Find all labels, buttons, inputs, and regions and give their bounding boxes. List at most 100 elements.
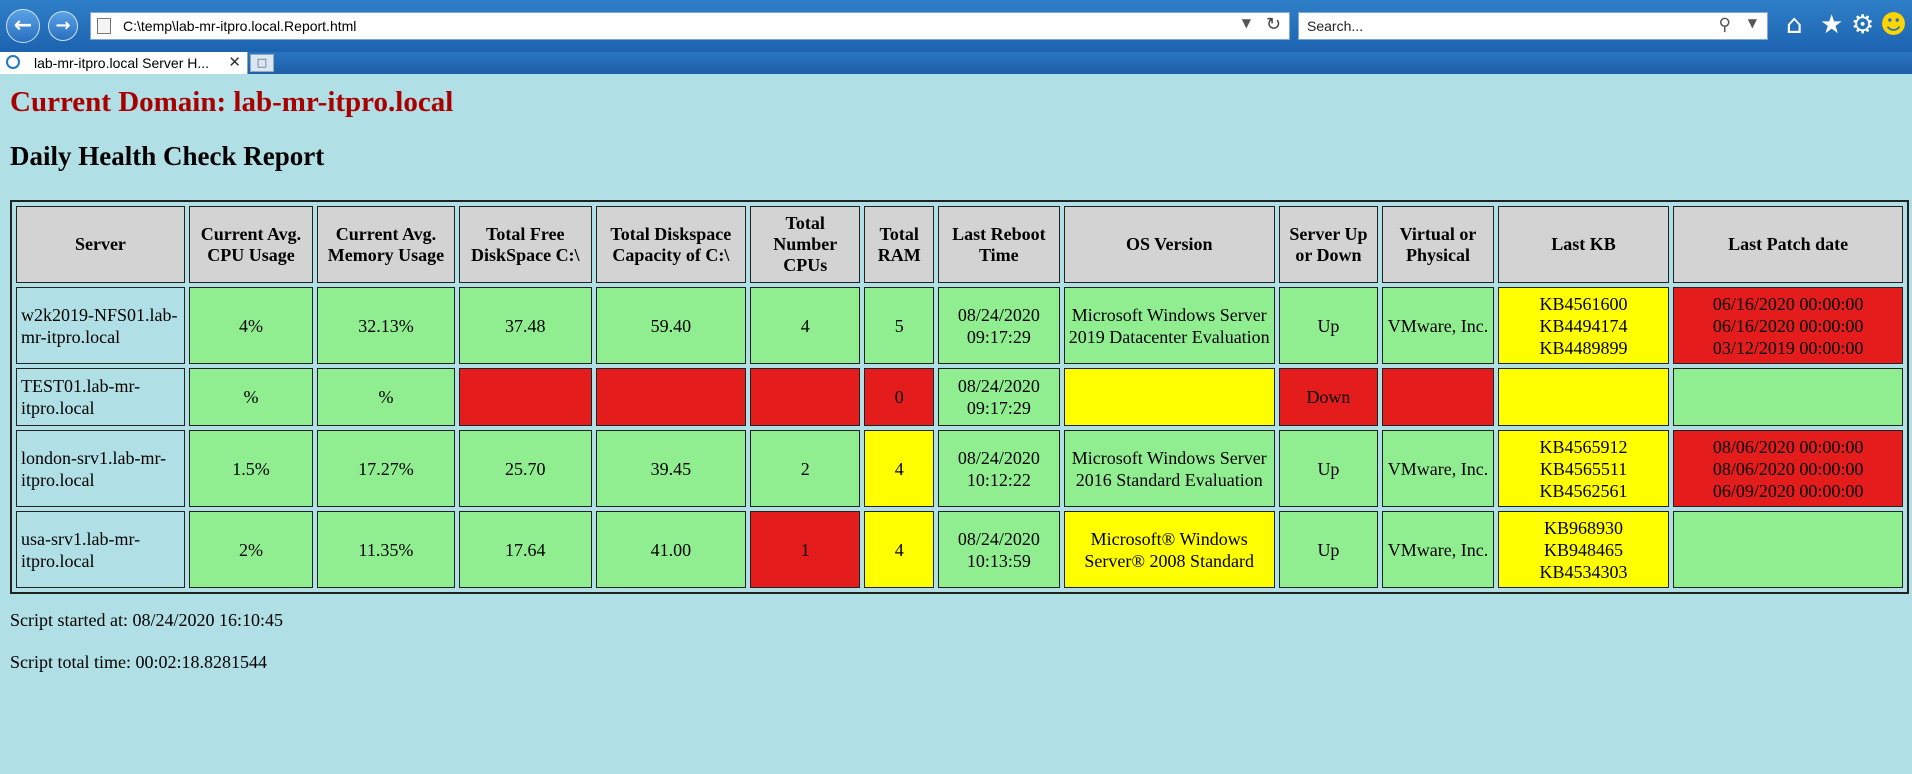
cpus-cell: 4 xyxy=(749,287,861,364)
tab-report[interactable]: lab-mr-itpro.local Server H... ✕ xyxy=(0,52,248,74)
patch-cell xyxy=(1673,511,1903,588)
browser-toolbar: ← → C:\temp\lab-mr-itpro.local.Report.ht… xyxy=(0,0,1912,52)
kb-entry: KB968930 xyxy=(1544,517,1624,538)
back-icon[interactable]: ← xyxy=(6,9,40,43)
reboot-cell: 08/24/2020 09:17:29 xyxy=(938,287,1060,364)
close-icon[interactable]: ✕ xyxy=(228,53,241,71)
health-table: Server Current Avg. CPU Usage Current Avg.… xyxy=(10,200,1909,594)
server-name-cell: usa-srv1.lab-mr-itpro.local xyxy=(16,511,185,588)
column-header: Total Diskspace Capacity of C:\ xyxy=(595,206,746,283)
column-header: Last KB xyxy=(1497,206,1670,283)
tab-strip: lab-mr-itpro.local Server H... ✕ □ xyxy=(0,52,1912,74)
kb-entry: KB4561600 xyxy=(1539,293,1628,314)
search-placeholder[interactable]: Search... xyxy=(1307,18,1363,34)
ie-icon xyxy=(6,55,20,69)
memory-cell: % xyxy=(317,368,455,426)
free-cell: 37.48 xyxy=(458,287,592,364)
address-bar[interactable]: C:\temp\lab-mr-itpro.local.Report.html ▼… xyxy=(90,12,1290,40)
capacity-cell: 39.45 xyxy=(595,430,746,507)
cpus-cell: 2 xyxy=(749,430,861,507)
reboot-cell: 08/24/2020 10:12:22 xyxy=(938,430,1060,507)
column-header: Virtual or Physical xyxy=(1382,206,1494,283)
home-icon[interactable]: ⌂ xyxy=(1786,10,1803,40)
reboot-cell: 08/24/2020 09:17:29 xyxy=(938,368,1060,426)
header-row: Server Current Avg. CPU Usage Current Avg.… xyxy=(16,206,1903,283)
kb-entry: KB4534303 xyxy=(1539,561,1628,582)
cpu-cell: 2% xyxy=(188,511,314,588)
server-name-cell: w2k2019-NFS01.lab-mr-itpro.local xyxy=(16,287,185,364)
capacity-cell: 59.40 xyxy=(595,287,746,364)
reboot-cell: 08/24/2020 10:13:59 xyxy=(938,511,1060,588)
cpu-cell: % xyxy=(188,368,314,426)
virtual-cell xyxy=(1382,368,1494,426)
free-cell: 17.64 xyxy=(458,511,592,588)
column-header: Total Number CPUs xyxy=(749,206,861,283)
patch-entry: 08/06/2020 00:00:00 xyxy=(1712,458,1864,479)
search-icon[interactable]: ⚲ xyxy=(1719,15,1731,35)
virtual-cell: VMware, Inc. xyxy=(1382,511,1494,588)
cpus-cell: 1 xyxy=(749,511,861,588)
column-header: Current Avg. CPU Usage xyxy=(188,206,314,283)
server-name-cell: london-srv1.lab-mr-itpro.local xyxy=(16,430,185,507)
star-icon[interactable]: ★ xyxy=(1820,10,1843,40)
server-name-cell: TEST01.lab-mr-itpro.local xyxy=(16,368,185,426)
status-cell: Up xyxy=(1278,287,1379,364)
address-dropdown-icon[interactable]: ▼ xyxy=(1242,16,1251,30)
kb-entry: KB4565912 xyxy=(1539,436,1628,457)
status-cell: Down xyxy=(1278,368,1379,426)
tab-label[interactable]: lab-mr-itpro.local Server H... xyxy=(34,55,209,71)
patch-entry: 06/16/2020 00:00:00 xyxy=(1712,315,1864,336)
forward-icon[interactable]: → xyxy=(48,11,78,41)
kb-entry: KB4494174 xyxy=(1539,315,1628,336)
virtual-cell: VMware, Inc. xyxy=(1382,287,1494,364)
kb-cell: KB4561600 KB4494174 KB4489899 xyxy=(1497,287,1670,364)
column-header: Current Avg. Memory Usage xyxy=(317,206,455,283)
new-tab-button[interactable]: □ xyxy=(250,54,274,72)
os-cell: Microsoft Windows Server 2016 Standard E… xyxy=(1063,430,1275,507)
os-cell: Microsoft® Windows Server® 2008 Standard xyxy=(1063,511,1275,588)
kb-cell: KB968930 KB948465 KB4534303 xyxy=(1497,511,1670,588)
domain-heading: Current Domain: lab-mr-itpro.local xyxy=(10,86,454,118)
script-started: Script started at: 08/24/2020 16:10:45 xyxy=(10,610,283,630)
free-cell xyxy=(458,368,592,426)
column-header: Last Reboot Time xyxy=(938,206,1060,283)
gear-icon[interactable]: ⚙ xyxy=(1851,10,1874,40)
search-dropdown-icon[interactable]: ▼ xyxy=(1748,16,1757,30)
ram-cell: 0 xyxy=(864,368,934,426)
patch-entry: 06/09/2020 00:00:00 xyxy=(1712,480,1864,501)
patch-entry: 03/12/2019 00:00:00 xyxy=(1712,337,1864,358)
os-cell: Microsoft Windows Server 2019 Datacenter… xyxy=(1063,287,1275,364)
memory-cell: 32.13% xyxy=(317,287,455,364)
cpus-cell xyxy=(749,368,861,426)
status-cell: Up xyxy=(1278,430,1379,507)
column-header: Total RAM xyxy=(864,206,934,283)
memory-cell: 11.35% xyxy=(317,511,455,588)
table-row: london-srv1.lab-mr-itpro.local 1.5% 17.27%… xyxy=(16,430,1903,507)
address-url[interactable]: C:\temp\lab-mr-itpro.local.Report.html xyxy=(123,18,356,34)
patch-entry: 08/06/2020 00:00:00 xyxy=(1712,436,1864,457)
capacity-cell xyxy=(595,368,746,426)
kb-cell: KB4565912 KB4565511 KB4562561 xyxy=(1497,430,1670,507)
patch-cell xyxy=(1673,368,1903,426)
free-cell: 25.70 xyxy=(458,430,592,507)
cpu-cell: 4% xyxy=(188,287,314,364)
kb-entry: KB4565511 xyxy=(1539,458,1628,479)
virtual-cell: VMware, Inc. xyxy=(1382,430,1494,507)
search-input[interactable]: Search... ⚲ ▼ xyxy=(1298,12,1768,40)
patch-cell: 06/16/2020 00:00:00 06/16/2020 00:00:00 03… xyxy=(1673,287,1903,364)
column-header: Last Patch date xyxy=(1673,206,1903,283)
os-cell xyxy=(1063,368,1275,426)
ram-cell: 5 xyxy=(864,287,934,364)
page-icon xyxy=(97,18,111,34)
kb-entry: KB948465 xyxy=(1544,539,1624,560)
column-header: OS Version xyxy=(1063,206,1275,283)
table-row: w2k2019-NFS01.lab-mr-itpro.local 4% 32.13%… xyxy=(16,287,1903,364)
smiley-icon[interactable]: ☻ xyxy=(1880,10,1907,40)
cpu-cell: 1.5% xyxy=(188,430,314,507)
patch-cell: 08/06/2020 00:00:00 08/06/2020 00:00:00 06… xyxy=(1673,430,1903,507)
refresh-icon[interactable]: ↻ xyxy=(1266,14,1281,35)
kb-entry: KB4562561 xyxy=(1539,480,1628,501)
memory-cell: 17.27% xyxy=(317,430,455,507)
table-row: usa-srv1.lab-mr-itpro.local 2% 11.35% 17.64… xyxy=(16,511,1903,588)
page-content: Current Domain: lab-mr-itpro.local Daily… xyxy=(10,74,1910,672)
